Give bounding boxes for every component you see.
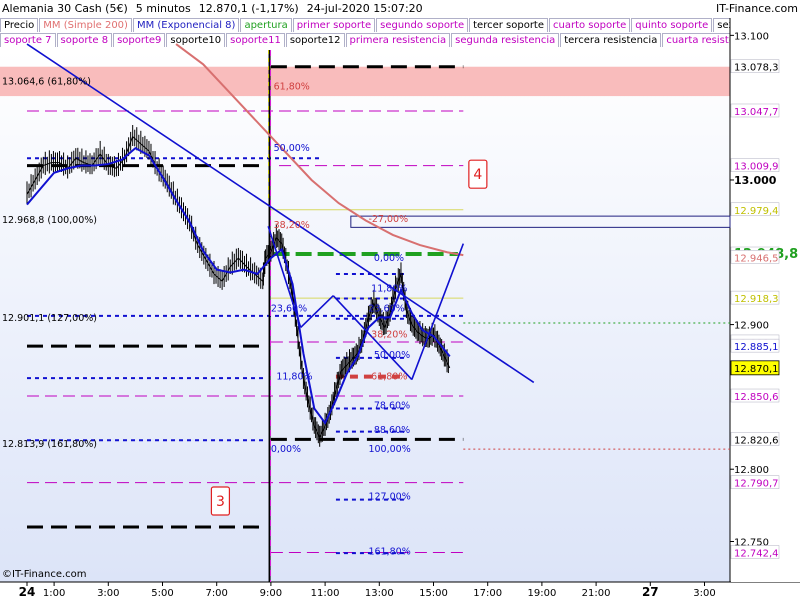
x-axis-panel <box>0 583 800 600</box>
x-tick-label-0: 24 <box>19 585 36 599</box>
fib-label-12: 78,60% <box>374 401 410 412</box>
price-label-11: 12.820,6 <box>734 435 779 446</box>
y-tick-label-2: 12.900 <box>734 321 769 332</box>
price-label-5: 12.946,5 <box>734 253 779 264</box>
site-label: IT-Finance.com <box>716 2 798 15</box>
fib-label-14: 0,00% <box>271 444 301 455</box>
x-tick-label-10: 19:00 <box>527 588 556 599</box>
fib-label-11: 61,80% <box>371 372 407 383</box>
price-label-9: 12.870,1 <box>734 364 779 375</box>
x-tick-label-6: 11:00 <box>311 588 340 599</box>
x-tick-label-2: 3:00 <box>97 588 119 599</box>
price-label-6: 12.918,3 <box>734 294 779 305</box>
left-fib-label-2: 12.901,1 (127,00%) <box>2 313 97 324</box>
annotation-label-0: 3 <box>216 494 225 510</box>
price-label-2: 13.009,9 <box>734 162 779 173</box>
x-tick-label-5: 9:00 <box>260 588 282 599</box>
x-tick-label-9: 17:00 <box>473 588 502 599</box>
x-tick-label-13: 3:00 <box>693 588 715 599</box>
left-fib-label-1: 12.968,8 (100,00%) <box>2 215 97 226</box>
left-fib-label-0: 13.064,6 (61,80%) <box>2 77 91 88</box>
fib-label-7: 23,60% <box>368 304 404 315</box>
fib-label-16: 127,00% <box>368 492 410 503</box>
x-tick-label-12: 27 <box>642 585 659 599</box>
fib-label-0: 61,80% <box>274 82 310 93</box>
fib-label-8: 38,20% <box>371 330 407 341</box>
fib-label-9: 50,00% <box>374 350 410 361</box>
price-label-12: 12.790,7 <box>734 479 779 490</box>
copyright-label: ©IT-Finance.com <box>2 569 87 580</box>
fib-label-4: 0,00% <box>374 253 404 264</box>
price-label-8: 12.885,1 <box>734 342 779 353</box>
resistance-zone <box>0 66 730 97</box>
fib-label-15: 100,00% <box>368 444 410 455</box>
x-tick-label-7: 13:00 <box>365 588 394 599</box>
left-fib-label-3: 12.813,9 (161,80%) <box>2 439 97 450</box>
y-tick-label-1: 13.000 <box>734 174 777 187</box>
annotation-label-1: 4 <box>473 167 482 183</box>
price-label-13: 12.742,4 <box>734 548 779 559</box>
x-tick-label-3: 5:00 <box>151 588 173 599</box>
x-tick-label-1: 1:00 <box>43 588 65 599</box>
y-tick-label-3: 12.800 <box>734 465 769 476</box>
fib-label-17: 161,80% <box>368 547 410 558</box>
price-chart[interactable]: 61,80% 50,00% 38,20% -27,00% 0,00% 11,80% 23,6… <box>0 0 800 600</box>
fib-label-5: 11,80% <box>371 283 407 294</box>
fib-label-1: 50,00% <box>274 143 310 154</box>
fib-label-10: 11,80% <box>276 372 312 383</box>
price-label-10: 12.850,6 <box>734 392 779 403</box>
price-label-0: 13.078,3 <box>734 63 779 74</box>
fib-label-3: -27,00% <box>368 214 408 225</box>
x-tick-label-11: 21:00 <box>582 588 611 599</box>
price-label-3: 12.979,4 <box>734 206 779 217</box>
x-tick-label-8: 15:00 <box>419 588 448 599</box>
fib-label-6: 23,60% <box>271 304 307 315</box>
fib-label-2: 38,20% <box>274 220 310 231</box>
x-tick-label-4: 7:00 <box>205 588 227 599</box>
price-label-1: 13.047,7 <box>734 107 779 118</box>
y-tick-label-0: 13.100 <box>734 31 769 42</box>
fib-label-13: 88,60% <box>374 425 410 436</box>
